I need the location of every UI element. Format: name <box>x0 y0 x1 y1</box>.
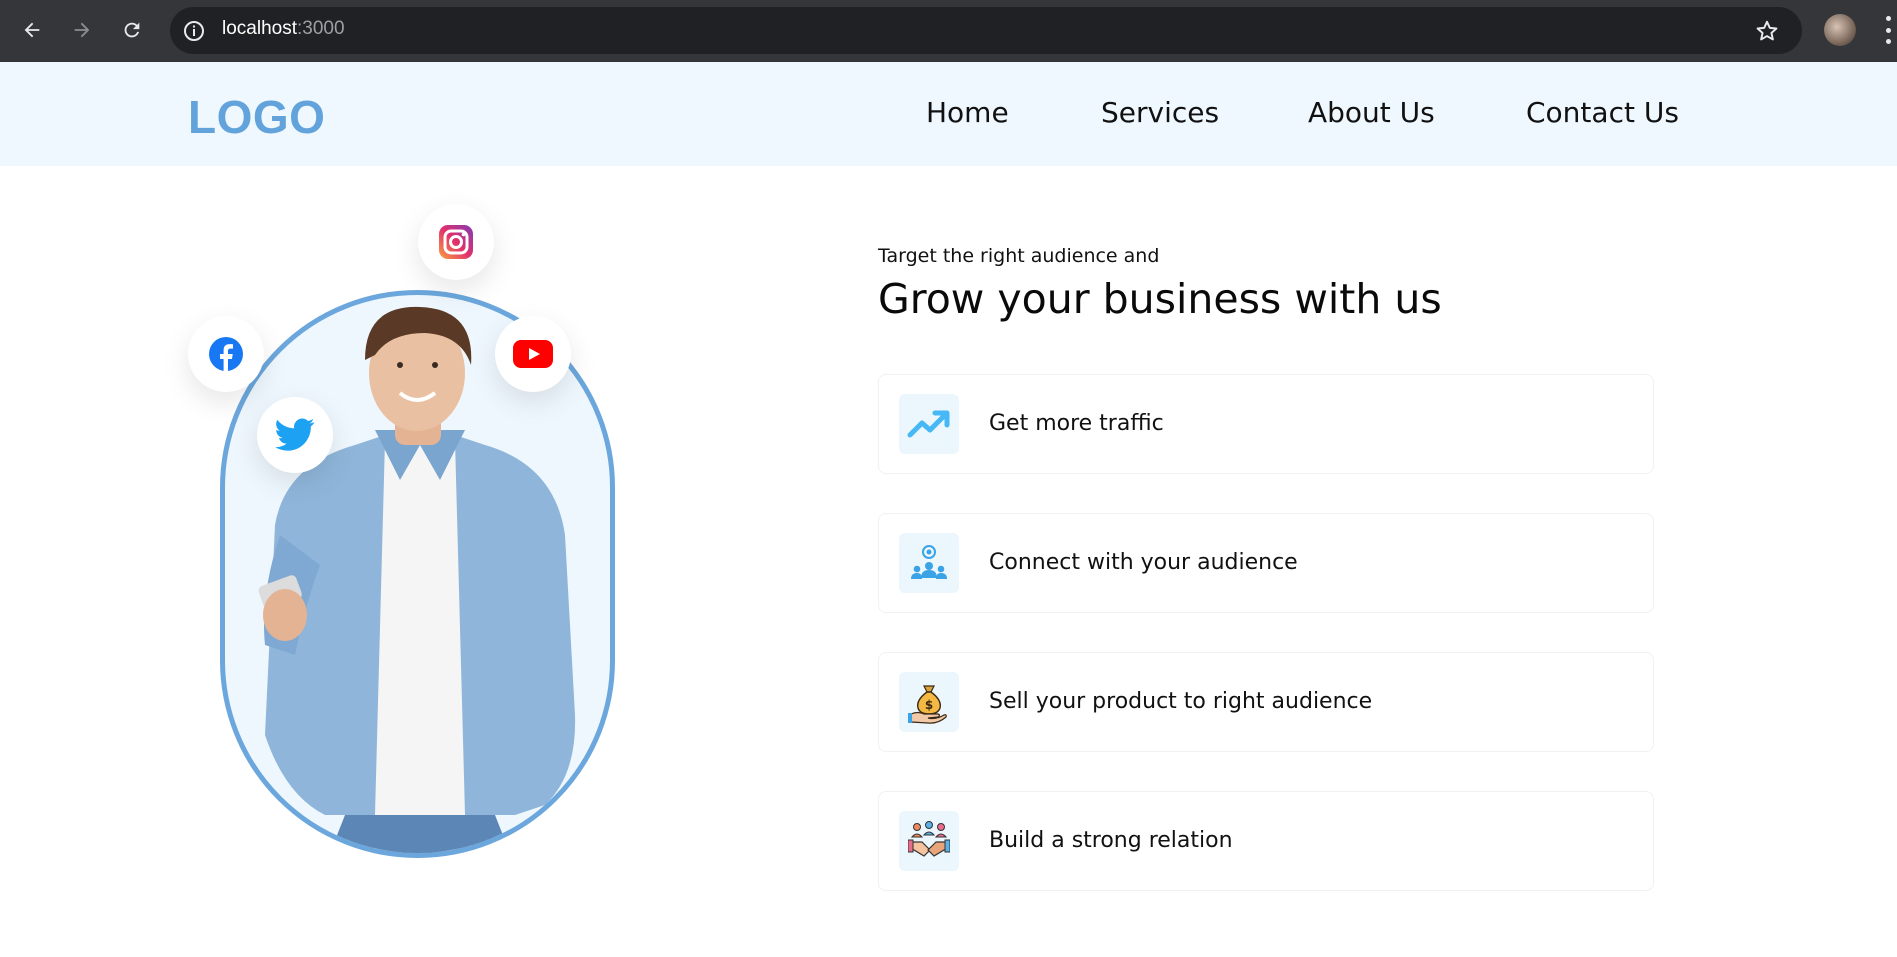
url-port: :3000 <box>297 18 345 39</box>
feature-label: Connect with your audience <box>989 550 1298 575</box>
youtube-badge[interactable] <box>495 316 571 392</box>
site-header: LOGO Home Services About Us Contact Us <box>0 62 1897 166</box>
profile-avatar[interactable] <box>1824 14 1856 46</box>
feature-label: Build a strong relation <box>989 828 1233 853</box>
instagram-icon <box>439 225 473 259</box>
hero-headline: Grow your business with us <box>878 275 1442 323</box>
handshake-icon <box>908 821 950 857</box>
money-bag-hand-icon: $ <box>908 685 947 724</box>
menu-icon[interactable] <box>1884 16 1892 44</box>
nav-home[interactable]: Home <box>926 96 1009 129</box>
feature-card-relation[interactable]: Build a strong relation <box>878 791 1654 891</box>
feature-card-traffic[interactable]: Get more traffic <box>878 374 1654 474</box>
twitter-icon <box>275 418 315 451</box>
reload-icon[interactable] <box>114 12 150 48</box>
forward-icon[interactable] <box>64 12 100 48</box>
feature-icon-box <box>899 811 959 871</box>
address-bar[interactable]: localhost:3000 <box>170 7 1802 54</box>
back-icon[interactable] <box>14 12 50 48</box>
trending-up-icon <box>907 410 950 438</box>
facebook-icon <box>209 337 243 372</box>
logo[interactable]: LOGO <box>188 90 325 144</box>
feature-card-audience[interactable]: Connect with your audience <box>878 513 1654 613</box>
audience-target-icon <box>911 545 947 579</box>
svg-text:$: $ <box>925 698 933 712</box>
facebook-badge[interactable] <box>188 316 264 392</box>
browser-toolbar: localhost:3000 <box>0 0 1897 62</box>
star-icon[interactable] <box>1754 18 1780 44</box>
hero-eyebrow: Target the right audience and <box>878 245 1160 267</box>
nav-contact-us[interactable]: Contact Us <box>1526 96 1679 129</box>
feature-icon-box: $ <box>899 672 959 732</box>
url-text: localhost:3000 <box>222 18 345 40</box>
info-icon[interactable] <box>182 19 206 43</box>
feature-card-sell[interactable]: $ Sell your product to right audience <box>878 652 1654 752</box>
twitter-badge[interactable] <box>257 397 333 473</box>
nav-services[interactable]: Services <box>1101 96 1219 129</box>
feature-label: Sell your product to right audience <box>989 689 1373 714</box>
url-host: localhost <box>222 18 297 39</box>
feature-icon-box <box>899 394 959 454</box>
instagram-badge[interactable] <box>418 204 494 280</box>
nav-about-us[interactable]: About Us <box>1308 96 1435 129</box>
feature-icon-box <box>899 533 959 593</box>
youtube-icon <box>513 340 553 368</box>
feature-label: Get more traffic <box>989 411 1164 436</box>
